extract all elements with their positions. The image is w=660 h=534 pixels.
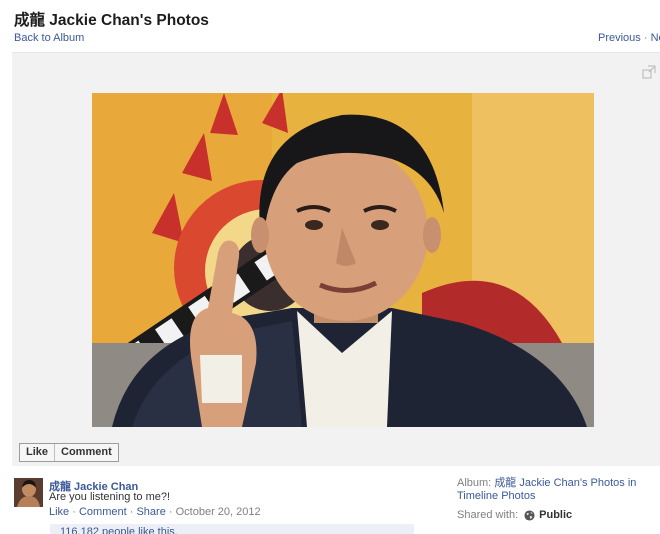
back-to-album-link[interactable]: Back to Album xyxy=(14,32,84,44)
photo[interactable] xyxy=(92,93,594,427)
shared-label: Shared with: xyxy=(457,509,519,521)
like-button[interactable]: Like xyxy=(20,444,54,461)
post-actions: Like · Comment · Share · October 20, 201… xyxy=(49,506,261,518)
post-like-link[interactable]: Like xyxy=(49,506,69,518)
page-title: 成龍 Jackie Chan's Photos xyxy=(14,12,209,29)
album-prefix: Album: xyxy=(457,477,492,489)
globe-icon xyxy=(524,509,535,521)
nav-separator: · xyxy=(643,32,648,44)
likes-count[interactable]: 116,182 people like this. xyxy=(50,524,414,534)
post-comment-link[interactable]: Comment xyxy=(79,506,127,518)
post-caption: Are you listening to me?! xyxy=(49,491,171,503)
post-share-link[interactable]: Share xyxy=(136,506,165,518)
likes-text: 116,182 people like this. xyxy=(60,526,178,534)
next-link[interactable]: Next xyxy=(651,32,660,44)
previous-link[interactable]: Previous xyxy=(598,32,641,44)
privacy-public[interactable]: Public xyxy=(539,509,572,521)
album-info: Album: 成龍 Jackie Chan's Photos in Timeli… xyxy=(457,477,653,503)
action-separator: · xyxy=(129,506,134,518)
expand-icon[interactable] xyxy=(642,65,656,79)
post-date[interactable]: October 20, 2012 xyxy=(176,506,261,518)
photo-like-bar: Like Comment xyxy=(19,443,119,462)
action-separator: · xyxy=(72,506,76,518)
photo-info: 成龍 Jackie Chan Are you listening to me?!… xyxy=(0,466,660,534)
avatar[interactable] xyxy=(14,478,43,507)
photo-navigation: Previous · Next xyxy=(598,32,660,44)
photo-stage: Like Comment xyxy=(12,52,660,466)
comment-button[interactable]: Comment xyxy=(54,444,118,461)
action-separator: · xyxy=(168,506,173,518)
shared-with: Shared with: Public xyxy=(457,509,572,521)
